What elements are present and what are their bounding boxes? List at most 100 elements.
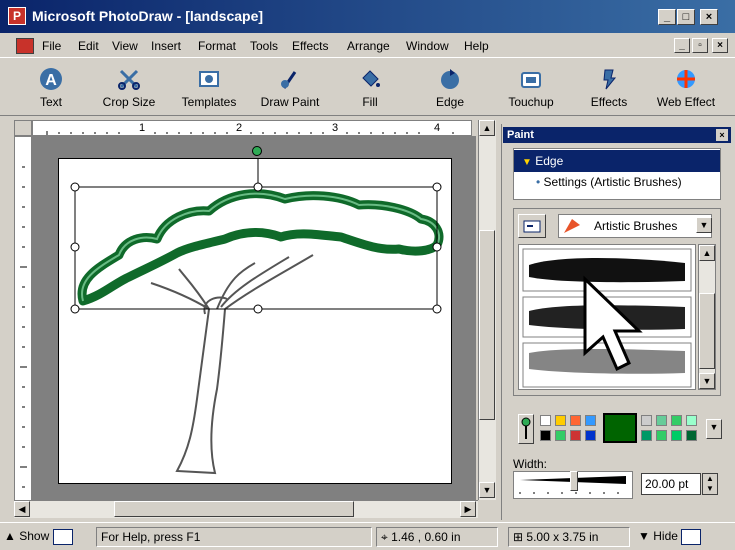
effects-icon xyxy=(603,69,617,90)
doc-minimize-button[interactable]: _ xyxy=(674,38,690,53)
brush-type-icon xyxy=(523,220,541,233)
width-input[interactable]: 20.00 pt xyxy=(641,473,701,495)
ruler-mark-4: 4 xyxy=(434,122,441,134)
workflow-item-settings[interactable]: • Settings (Artistic Brushes) xyxy=(536,175,682,189)
ruler-mark-1: 1 xyxy=(139,122,146,134)
draw-paint-icon xyxy=(281,71,297,89)
hide-label: Hide xyxy=(653,529,678,543)
web-effect-icon xyxy=(677,70,695,88)
close-button[interactable]: × xyxy=(700,9,718,25)
workflow-settings-label: Settings (Artistic Brushes) xyxy=(543,175,682,189)
effects-tool-button[interactable]: Effects xyxy=(580,62,638,114)
document-icon[interactable] xyxy=(16,38,34,54)
menu-tools[interactable]: Tools xyxy=(250,39,278,53)
menu-file[interactable]: File xyxy=(42,39,61,53)
swatch-white[interactable] xyxy=(540,415,551,426)
bullet-icon: • xyxy=(536,175,541,189)
menu-help[interactable]: Help xyxy=(464,39,489,53)
size-icon: ⊞ xyxy=(513,530,524,544)
swatch-mint[interactable] xyxy=(656,415,667,426)
maximize-button[interactable]: □ xyxy=(677,9,695,25)
brush-dropdown-arrow[interactable]: ▼ xyxy=(696,217,712,233)
touchup-tool-button[interactable]: Touchup xyxy=(500,62,562,114)
scroll-down-button[interactable]: ▼ xyxy=(479,482,495,498)
swatch-green[interactable] xyxy=(555,430,566,441)
tree-picture[interactable] xyxy=(59,153,453,485)
minimize-button[interactable]: _ xyxy=(658,9,676,25)
brush-type-button[interactable] xyxy=(518,214,546,238)
fill-icon xyxy=(362,70,380,87)
swatch-green-4[interactable] xyxy=(671,430,682,441)
menu-window[interactable]: Window xyxy=(406,39,449,53)
fill-tool-button[interactable]: Fill xyxy=(348,62,392,114)
menu-view[interactable]: View xyxy=(112,39,138,53)
brush-preview-list[interactable] xyxy=(518,244,696,390)
menu-insert[interactable]: Insert xyxy=(151,39,181,53)
web-effect-tool-button[interactable]: Web Effect xyxy=(650,62,722,114)
status-bar: ▲ Show For Help, press F1 ⌖ 1.46 , 0.60 … xyxy=(0,522,735,550)
vertical-scrollbar[interactable]: ▲ ▼ xyxy=(478,120,496,500)
effects-label: Effects xyxy=(590,95,628,109)
doc-close-button[interactable]: × xyxy=(712,38,728,53)
menu-format[interactable]: Format xyxy=(198,39,236,53)
scroll-up-button[interactable]: ▲ xyxy=(479,120,495,136)
swatch-pale-green[interactable] xyxy=(686,415,697,426)
brush-scroll-thumb[interactable] xyxy=(699,293,715,369)
brush-strokes xyxy=(522,248,692,388)
touchup-label: Touchup xyxy=(508,95,554,109)
rotate-handle[interactable] xyxy=(252,146,262,156)
show-toggle[interactable]: ▲ Show xyxy=(4,527,94,547)
scroll-left-button[interactable]: ◀ xyxy=(14,501,30,517)
width-label: Width: xyxy=(513,457,548,471)
templates-icon xyxy=(199,71,219,87)
brush-category-value: Artistic Brushes xyxy=(594,219,678,233)
width-spinner[interactable]: ▲ ▼ xyxy=(702,473,718,495)
swatch-dark-green[interactable] xyxy=(686,430,697,441)
width-slider-thumb[interactable] xyxy=(570,471,578,491)
swatch-red[interactable] xyxy=(570,430,581,441)
brush-scroll-down[interactable]: ▼ xyxy=(699,373,715,389)
workflow-item-edge[interactable]: ▼ Edge xyxy=(514,150,720,172)
crop-size-label: Crop Size xyxy=(102,95,156,109)
menu-arrange[interactable]: Arrange xyxy=(347,39,390,53)
swatch-teal[interactable] xyxy=(641,430,652,441)
horizontal-scroll-thumb[interactable] xyxy=(114,501,354,517)
swatch-navy[interactable] xyxy=(585,430,596,441)
color-swatches[interactable]: ▼ xyxy=(513,410,733,450)
canvas-page[interactable] xyxy=(58,153,453,485)
workflow-edge-label: Edge xyxy=(535,154,564,168)
menu-edit[interactable]: Edit xyxy=(78,39,99,53)
scroll-right-button[interactable]: ▶ xyxy=(460,501,476,517)
color-dropdown-arrow[interactable]: ▼ xyxy=(706,419,722,439)
chevron-down-icon: ▼ xyxy=(638,529,650,543)
menu-effects[interactable]: Effects xyxy=(292,39,328,53)
current-color-swatch[interactable] xyxy=(603,413,637,443)
position-readout: ⌖ 1.46 , 0.60 in xyxy=(376,527,498,547)
vertical-scroll-thumb[interactable] xyxy=(479,230,495,420)
text-icon: A xyxy=(40,68,62,90)
swatch-blue[interactable] xyxy=(585,415,596,426)
edge-label: Edge xyxy=(435,95,465,109)
draw-paint-tool-button[interactable]: Draw Paint xyxy=(254,62,326,114)
swatch-green-2[interactable] xyxy=(671,415,682,426)
swatch-lightgray[interactable] xyxy=(641,415,652,426)
edge-tool-button[interactable]: Edge xyxy=(426,62,474,114)
photodraw-app-icon[interactable] xyxy=(8,7,26,25)
swatch-yellow[interactable] xyxy=(555,415,566,426)
hide-toggle[interactable]: ▼ Hide xyxy=(634,527,730,547)
show-label: Show xyxy=(19,529,50,543)
paint-panel-close-button[interactable]: × xyxy=(716,129,728,141)
brush-scroll-up[interactable]: ▲ xyxy=(699,245,715,261)
crop-size-tool-button[interactable]: Crop Size xyxy=(96,62,162,114)
swatch-green-3[interactable] xyxy=(656,430,667,441)
text-tool-button[interactable]: A Text xyxy=(22,62,80,114)
doc-restore-button[interactable]: ▫ xyxy=(692,38,708,53)
swatch-black[interactable] xyxy=(540,430,551,441)
ruler-mark-3: 3 xyxy=(332,122,339,134)
templates-label: Templates xyxy=(181,95,237,109)
swatch-orange[interactable] xyxy=(570,415,581,426)
brush-list-scrollbar[interactable]: ▲ ▼ xyxy=(698,244,716,390)
horizontal-scrollbar[interactable]: ◀ ▶ xyxy=(14,500,478,518)
help-text: For Help, press F1 xyxy=(96,527,372,547)
templates-tool-button[interactable]: Templates xyxy=(174,62,244,114)
